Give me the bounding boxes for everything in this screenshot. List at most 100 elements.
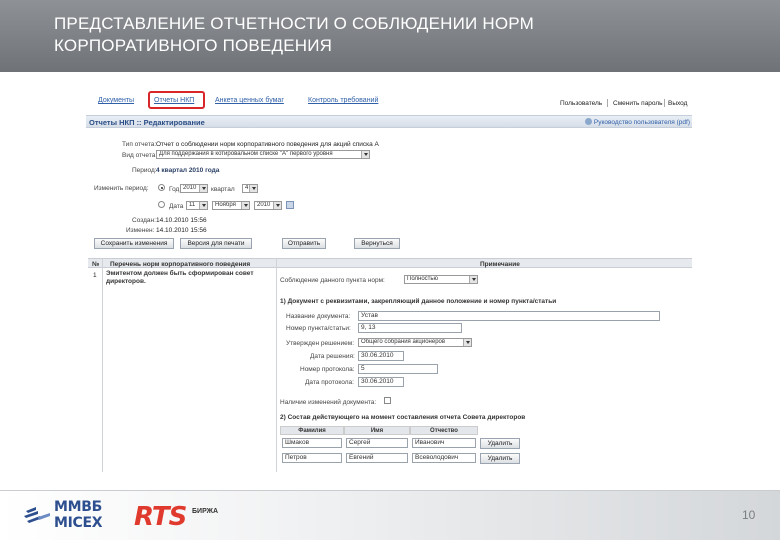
quarter-select-value: 4: [245, 185, 249, 191]
calendar-icon[interactable]: [286, 201, 294, 209]
user-separator: [607, 99, 608, 107]
director-first-name: Евгений: [349, 454, 374, 461]
page-titlebar: Отчеты НКП :: Редактирование Руководство…: [86, 115, 692, 128]
page-number: 10: [742, 508, 756, 522]
tab-nkp-reports[interactable]: Отчеты НКП: [154, 96, 194, 105]
director-last-name: Петров: [285, 454, 307, 461]
year-label: Год: [169, 186, 180, 193]
director-last-name-input[interactable]: Петров: [282, 453, 342, 463]
date-label: Дата: [169, 203, 184, 210]
chevron-down-icon: [202, 204, 206, 207]
protocol-number-input[interactable]: 5: [358, 364, 438, 374]
chevron-down-icon: [466, 341, 470, 344]
approved-select[interactable]: Общего собрания акционеров: [358, 338, 472, 347]
chevron-down-icon: [472, 278, 476, 281]
send-button[interactable]: Отправить: [282, 238, 326, 249]
list-type-select-value: Для поддержания в котировальном списке "…: [159, 151, 333, 157]
directors-col-first-name: Имя: [344, 426, 410, 435]
doc-name-input[interactable]: Устав: [358, 311, 660, 321]
director-middle-name-input[interactable]: Иванович: [412, 438, 476, 448]
tab-requirements-control[interactable]: Контроль требований: [308, 96, 378, 105]
row-number: 1: [93, 272, 97, 279]
page-title: Отчеты НКП :: Редактирование: [89, 118, 205, 127]
directors-col-middle-name: Отчество: [410, 426, 478, 435]
norm-text: Эмитентом должен быть сформирован совет …: [106, 270, 254, 285]
quarter-label: квартал: [211, 186, 235, 193]
year-select[interactable]: 2010: [180, 184, 208, 193]
section-1-title: 1) Документ с реквизитами, закрепляющий …: [280, 298, 557, 305]
chevron-down-icon: [252, 187, 256, 190]
delete-director-button[interactable]: Удалить: [480, 438, 520, 449]
slide-title-line-2: КОРПОРАТИВНОГО ПОВЕДЕНИЯ: [54, 36, 333, 55]
footer-divider: [0, 490, 780, 491]
grid-divider: [276, 258, 277, 472]
compliance-select[interactable]: Полностью: [404, 275, 478, 284]
slide-title: ПРЕДСТАВЛЕНИЕ ОТЧЕТНОСТИ О СОБЛЮДЕНИИ НО…: [54, 13, 734, 57]
user-guide-link[interactable]: Руководство пользователя (pdf): [584, 118, 690, 127]
approved-label: Утвержден решением:: [286, 340, 355, 347]
slide-title-line-1: ПРЕДСТАВЛЕНИЕ ОТЧЕТНОСТИ О СОБЛЮДЕНИИ НО…: [54, 14, 534, 33]
section-2-title: 2) Состав действующего на момент составл…: [280, 414, 526, 421]
director-middle-name: Всеволодович: [415, 454, 459, 461]
changed-label: Изменен:: [126, 227, 155, 234]
changes-checkbox[interactable]: [384, 397, 391, 404]
print-version-button[interactable]: Версия для печати: [180, 238, 252, 249]
directors-col-last-name: Фамилия: [280, 426, 344, 435]
tab-securities-questionnaire[interactable]: Анкета ценных бумаг: [215, 96, 284, 105]
top-navigation: Документы Отчеты НКП Анкета ценных бумаг…: [86, 88, 692, 112]
clause-label: Номер пункта/статьи:: [286, 325, 351, 332]
decision-date-input[interactable]: 30.06.2010: [358, 351, 404, 361]
delete-director-button[interactable]: Удалить: [480, 453, 520, 464]
protocol-number-label: Номер протокола:: [300, 366, 355, 373]
protocol-date-input[interactable]: 30.06.2010: [358, 377, 404, 387]
doc-name-label: Название документа:: [286, 313, 351, 320]
grid-col-norms: Перечень норм корпоративного поведения: [110, 261, 251, 268]
director-last-name: Шмаков: [285, 439, 310, 446]
logout-link[interactable]: Выход: [668, 99, 687, 108]
change-password-link[interactable]: Сменить пароль: [613, 99, 663, 108]
director-first-name-input[interactable]: Сергей: [346, 438, 408, 448]
user-link[interactable]: Пользователь: [560, 99, 602, 108]
changed-value: 14.10.2010 15:56: [156, 227, 207, 234]
micex-logo-line-2: MICEX: [54, 515, 103, 531]
director-middle-name: Иванович: [415, 439, 445, 446]
back-button[interactable]: Вернуться: [354, 238, 400, 249]
year-date-select-value: 2010: [257, 202, 271, 208]
protocol-date-label: Дата протокола:: [305, 379, 354, 386]
grid-divider: [102, 258, 103, 472]
year-date-select[interactable]: 2010: [254, 201, 282, 210]
report-type-value: Отчет о соблюдении норм корпоративного п…: [156, 141, 379, 148]
clause-input[interactable]: 9, 13: [358, 323, 462, 333]
user-separator: [664, 99, 665, 107]
director-middle-name-input[interactable]: Всеволодович: [412, 453, 476, 463]
compliance-label: Соблюдение данного пункта норм:: [280, 277, 385, 284]
micex-logo: ММВБ MICEX: [24, 497, 114, 533]
tab-documents[interactable]: Документы: [98, 96, 134, 105]
chevron-down-icon: [202, 187, 206, 190]
micex-logo-mark: [24, 507, 50, 523]
decision-date-value: 30.06.2010: [361, 352, 394, 359]
report-type-label: Тип отчета:: [122, 141, 157, 148]
quarter-select[interactable]: 4: [242, 184, 258, 193]
chevron-down-icon: [276, 204, 280, 207]
day-select-value: 11: [189, 202, 196, 208]
chevron-down-icon: [364, 153, 368, 156]
day-select[interactable]: 11: [186, 201, 208, 210]
grid-col-num: №: [92, 261, 100, 268]
list-type-label: Вид отчета:: [122, 152, 158, 159]
month-select[interactable]: Ноября: [212, 201, 250, 210]
grid-col-note: Примечание: [480, 261, 520, 268]
help-icon: [584, 118, 592, 125]
save-changes-button[interactable]: Сохранить изменения: [94, 238, 174, 249]
app-screenshot: Документы Отчеты НКП Анкета ценных бумаг…: [86, 88, 692, 472]
director-first-name-input[interactable]: Евгений: [346, 453, 408, 463]
director-last-name-input[interactable]: Шмаков: [282, 438, 342, 448]
month-select-value: Ноября: [215, 202, 236, 208]
period-year-radio[interactable]: [158, 184, 165, 191]
rts-logo-text: RTS: [134, 502, 187, 532]
list-type-select[interactable]: Для поддержания в котировальном списке "…: [156, 150, 370, 159]
period-value: 4 квартал 2010 года: [156, 167, 220, 174]
director-first-name: Сергей: [349, 439, 371, 446]
period-date-radio[interactable]: [158, 201, 165, 208]
change-period-label: Изменить период:: [94, 185, 149, 192]
